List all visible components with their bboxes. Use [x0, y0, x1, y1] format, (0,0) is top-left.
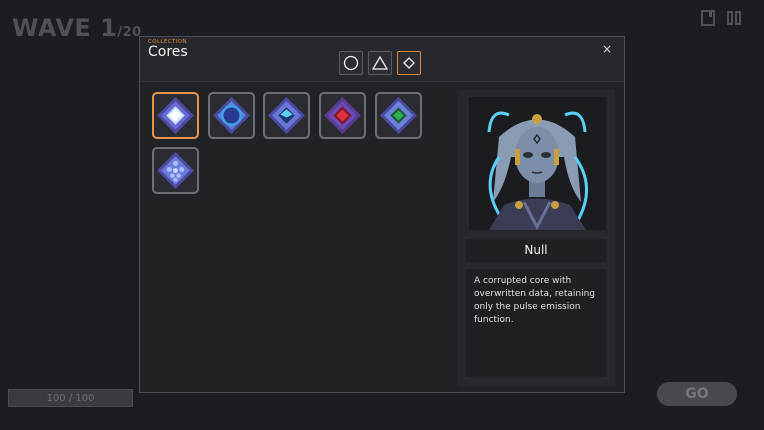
- filter-tab-circle[interactable]: [339, 51, 363, 75]
- cyan-core-icon: [268, 97, 305, 134]
- core-detail-panel: Null A corrupted core with overwritten d…: [458, 90, 615, 386]
- core-tile-6[interactable]: [152, 147, 199, 194]
- hp-bar: 100 / 100: [8, 389, 133, 407]
- blue-ring-core-icon: [213, 97, 250, 134]
- modal-header: COLLECTION Cores ×: [140, 37, 624, 82]
- hp-text: 100 / 100: [46, 393, 95, 404]
- circle-icon: [343, 55, 359, 71]
- core-tile-4[interactable]: [319, 92, 366, 139]
- hud-icons: [700, 10, 742, 26]
- filter-tab-diamond[interactable]: [397, 51, 421, 75]
- core-name: Null: [466, 239, 606, 262]
- android-portrait-icon: [469, 97, 606, 230]
- core-tile-1[interactable]: [152, 92, 199, 139]
- filter-tabs: [339, 51, 421, 75]
- wave-number: 1: [100, 14, 118, 42]
- diamond-icon: [403, 57, 415, 69]
- core-portrait: [469, 97, 606, 230]
- filter-tab-triangle[interactable]: [368, 51, 392, 75]
- red-core-icon: [324, 97, 361, 134]
- close-button[interactable]: ×: [600, 42, 614, 56]
- collection-modal: COLLECTION Cores × Null A corrupted core…: [139, 36, 625, 393]
- core-tile-3[interactable]: [263, 92, 310, 139]
- green-core-icon: [380, 97, 417, 134]
- triangle-icon: [372, 55, 388, 70]
- pause-icon[interactable]: [726, 10, 742, 26]
- cluster-core-icon: [157, 152, 194, 189]
- modal-title: Cores: [148, 44, 188, 60]
- core-description: A corrupted core with overwritten data, …: [466, 269, 606, 377]
- core-tile-5[interactable]: [375, 92, 422, 139]
- core-tile-2[interactable]: [208, 92, 255, 139]
- go-button[interactable]: GO: [657, 382, 737, 406]
- wave-counter: WAVE 1/20: [12, 14, 142, 42]
- wave-label: WAVE: [12, 14, 92, 42]
- book-icon[interactable]: [700, 10, 716, 26]
- white-core-icon: [157, 97, 194, 134]
